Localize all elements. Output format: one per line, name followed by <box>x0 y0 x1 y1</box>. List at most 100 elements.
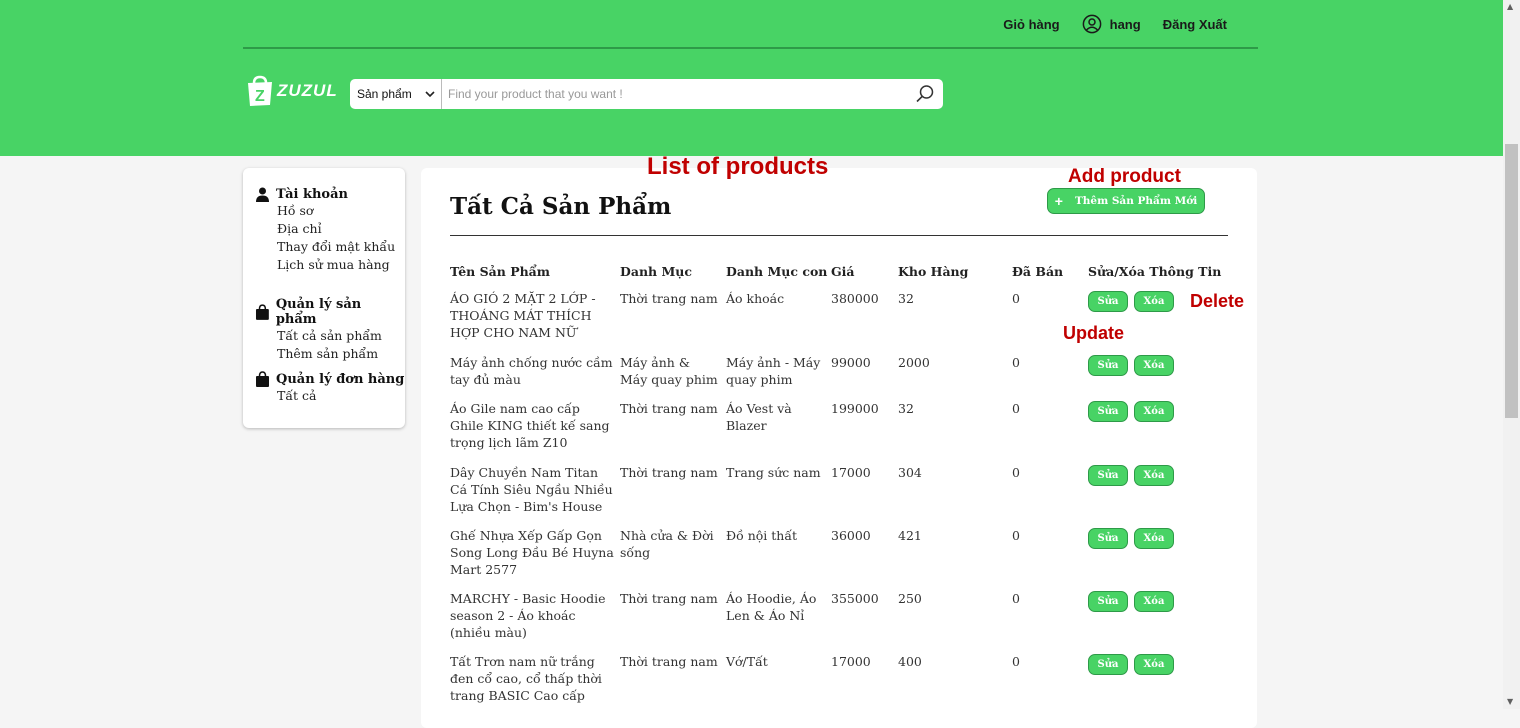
cell-sold: 0 <box>1012 465 1020 480</box>
cell-category: Thời trang nam <box>620 465 718 480</box>
cell-sold: 0 <box>1012 528 1020 543</box>
sidebar: Tài khoản Hồ sơ Địa chỉ Thay đổi mật khẩ… <box>243 168 405 428</box>
scroll-down-arrow-icon[interactable]: ▼ <box>1507 697 1513 706</box>
annotation-add-product: Add product <box>1068 166 1181 187</box>
cell-product-name: Dây Chuyền Nam Titan Cá Tính Siêu Ngầu N… <box>450 465 613 514</box>
cell-category: Nhà cửa & Đời sống <box>620 528 714 560</box>
column-header-sold: Đã Bán <box>1012 264 1064 279</box>
top-nav: Giỏ hàng hang Đăng Xuất <box>1003 14 1227 34</box>
edit-button[interactable]: Sửa <box>1088 465 1128 486</box>
cell-subcategory: Máy ảnh - Máy quay phim <box>726 355 821 387</box>
search-category-select[interactable]: Sản phẩm <box>350 79 442 109</box>
user-menu[interactable]: hang <box>1082 14 1141 34</box>
delete-button[interactable]: Xóa <box>1134 528 1174 549</box>
user-icon <box>256 187 269 202</box>
scroll-up-arrow-icon[interactable]: ▲ <box>1507 2 1513 11</box>
sidebar-item-all-orders[interactable]: Tất cả <box>277 387 404 405</box>
search-icon <box>916 85 934 103</box>
shopping-bag-icon <box>256 371 269 387</box>
edit-button[interactable]: Sửa <box>1088 654 1128 675</box>
cell-price: 36000 <box>831 528 871 543</box>
column-header-price: Giá <box>831 264 855 279</box>
cell-product-name: Tất Trơn nam nữ trắng đen cổ cao, cổ thấ… <box>450 654 602 703</box>
sidebar-item-all-products[interactable]: Tất cả sản phẩm <box>277 327 405 345</box>
header: Giỏ hàng hang Đăng Xuất Z ZUZUL Sản phẩm <box>0 0 1503 156</box>
delete-button[interactable]: Xóa <box>1134 355 1174 376</box>
sidebar-section-products: Quản lý sản phẩm Tất cả sản phẩm Thêm sả… <box>255 297 405 363</box>
cell-price: 17000 <box>831 654 871 669</box>
edit-button[interactable]: Sửa <box>1088 291 1128 312</box>
delete-button[interactable]: Xóa <box>1134 654 1174 675</box>
annotation-delete: Delete <box>1190 291 1245 311</box>
cell-stock: 32 <box>898 291 914 306</box>
cell-subcategory: Vớ/Tất <box>726 654 768 669</box>
search-bar: Sản phẩm <box>350 79 943 109</box>
search-button[interactable] <box>907 79 943 109</box>
cell-sold: 0 <box>1012 355 1020 370</box>
page-title: Tất Cả Sản Phẩm <box>450 193 672 220</box>
page-scrollbar[interactable]: ▲ ▼ <box>1503 0 1520 709</box>
sidebar-item-profile[interactable]: Hồ sơ <box>277 202 395 220</box>
sidebar-item-add-product[interactable]: Thêm sản phẩm <box>277 345 405 363</box>
cell-price: 99000 <box>831 355 871 370</box>
cell-stock: 304 <box>898 465 922 480</box>
sidebar-section-title: Tài khoản <box>255 187 395 202</box>
cell-subcategory: Áo Hoodie, Áo Len & Áo Nỉ <box>726 591 817 623</box>
cell-category: Thời trang nam <box>620 591 718 606</box>
edit-button[interactable]: Sửa <box>1088 528 1128 549</box>
cell-subcategory: Trang sức nam <box>726 465 821 480</box>
cell-stock: 2000 <box>898 355 930 370</box>
cell-stock: 400 <box>898 654 922 669</box>
cell-category: Thời trang nam <box>620 291 718 306</box>
column-header-stock: Kho Hàng <box>898 264 969 279</box>
header-divider <box>243 47 1258 49</box>
cell-subcategory: Đồ nội thất <box>726 528 798 543</box>
cell-stock: 32 <box>898 401 914 416</box>
search-category-value: Sản phẩm <box>357 87 412 101</box>
scrollbar-thumb[interactable] <box>1505 144 1518 418</box>
sidebar-item-purchase-history[interactable]: Lịch sử mua hàng <box>277 256 395 274</box>
logout-link[interactable]: Đăng Xuất <box>1163 17 1227 32</box>
sidebar-section-title: Quản lý sản phẩm <box>255 297 405 327</box>
sidebar-item-address[interactable]: Địa chỉ <box>277 220 395 238</box>
delete-button[interactable]: Xóa <box>1134 591 1174 612</box>
cell-price: 17000 <box>831 465 871 480</box>
sidebar-section-title: Quản lý đơn hàng <box>255 371 404 387</box>
annotation-list-of-products: List of products <box>647 153 829 180</box>
cell-subcategory: Áo khoác <box>726 291 785 306</box>
column-header-actions: Sửa/Xóa Thông Tin <box>1088 264 1222 279</box>
product-panel: Tất Cả Sản Phẩm + Thêm Sản Phẩm Mới Tên … <box>421 168 1257 728</box>
edit-button[interactable]: Sửa <box>1088 355 1128 376</box>
add-product-label: Thêm Sản Phẩm Mới <box>1074 195 1198 207</box>
add-product-button[interactable]: + Thêm Sản Phẩm Mới <box>1047 188 1205 214</box>
cell-product-name: ÁO GIÓ 2 MẶT 2 LỚP - THOÁNG MÁT THÍCH HỢ… <box>450 291 596 340</box>
user-name: hang <box>1109 16 1141 32</box>
cell-stock: 421 <box>898 528 922 543</box>
cell-product-name: Ghế Nhựa Xếp Gấp Gọn Song Long Đầu Bé Hu… <box>450 528 614 577</box>
search-input[interactable] <box>442 79 907 109</box>
cart-link[interactable]: Giỏ hàng <box>1003 17 1059 32</box>
cell-subcategory: Áo Vest và Blazer <box>726 401 792 433</box>
cell-product-name: MARCHY - Basic Hoodie season 2 - Áo khoá… <box>450 591 606 640</box>
shopping-bag-logo-icon: Z <box>248 75 272 106</box>
edit-button[interactable]: Sửa <box>1088 591 1128 612</box>
annotation-update: Update <box>1063 323 1125 343</box>
chevron-down-icon <box>425 91 435 98</box>
delete-button[interactable]: Xóa <box>1134 465 1174 486</box>
shopping-bag-icon <box>255 304 269 320</box>
logo[interactable]: Z ZUZUL <box>246 75 338 107</box>
svg-text:Z: Z <box>255 88 265 105</box>
title-divider <box>450 235 1228 236</box>
cell-product-name: Áo Gile nam cao cấp Ghile KING thiết kế … <box>450 401 610 450</box>
cell-sold: 0 <box>1012 591 1020 606</box>
cell-product-name: Máy ảnh chống nước cầm tay đủ màu <box>450 355 613 387</box>
cell-category: Thời trang nam <box>620 401 718 416</box>
column-header-name: Tên Sản Phẩm <box>450 264 551 279</box>
delete-button[interactable]: Xóa <box>1134 401 1174 422</box>
sidebar-section-orders: Quản lý đơn hàng Tất cả <box>255 371 404 405</box>
sidebar-item-change-password[interactable]: Thay đổi mật khẩu <box>277 238 395 256</box>
cell-sold: 0 <box>1012 291 1020 306</box>
cell-category: Máy ảnh & Máy quay phim <box>620 355 718 387</box>
edit-button[interactable]: Sửa <box>1088 401 1128 422</box>
delete-button[interactable]: Xóa <box>1134 291 1174 312</box>
